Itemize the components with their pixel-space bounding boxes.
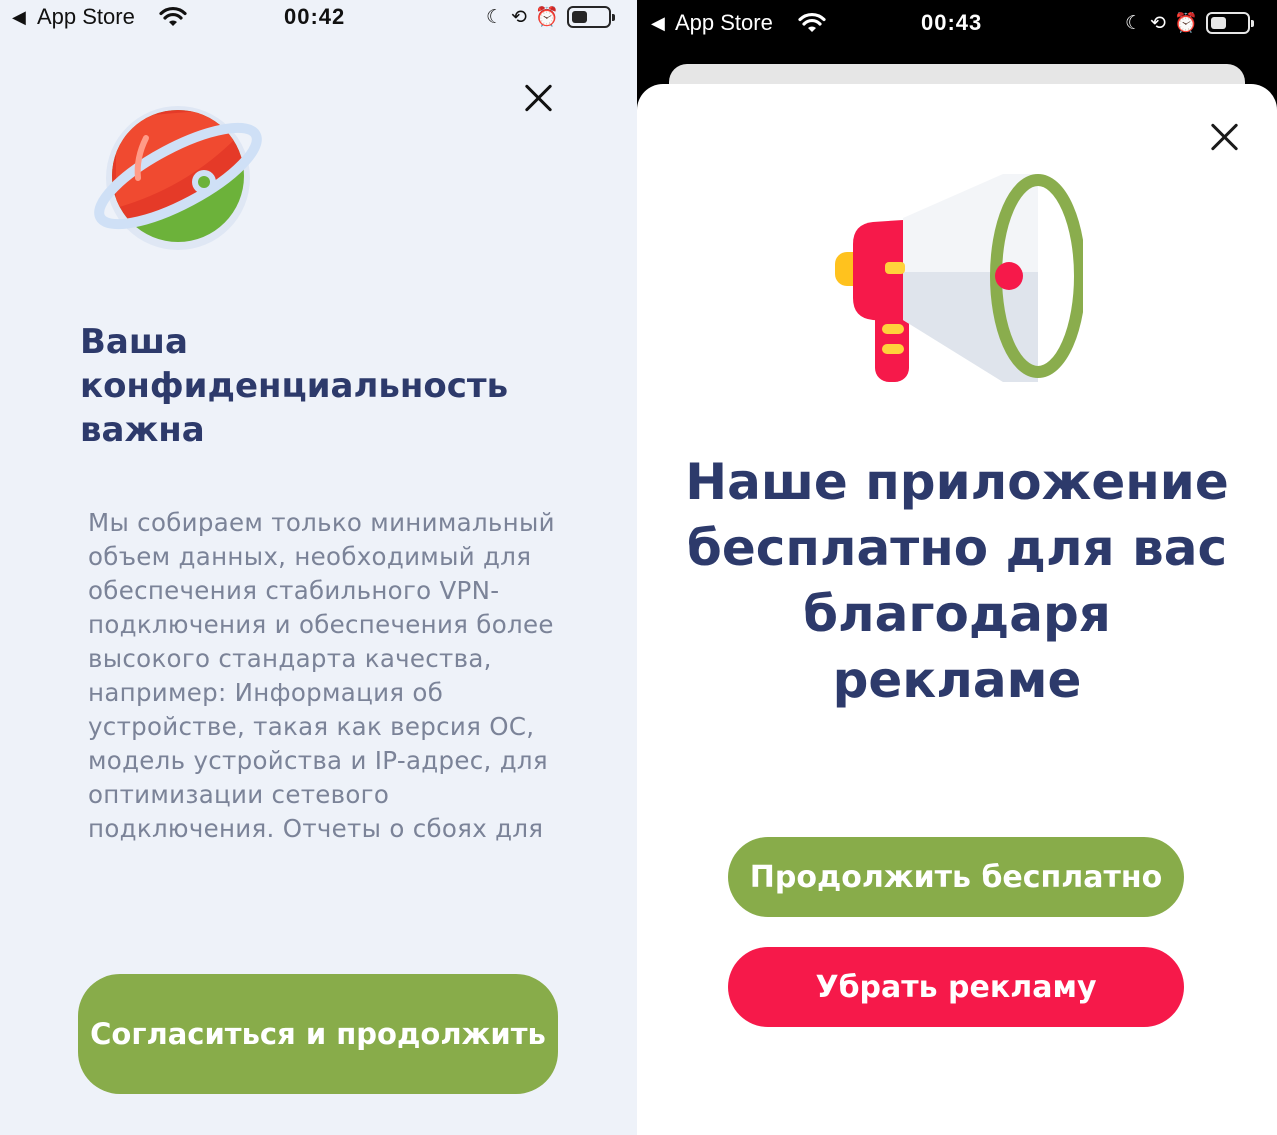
battery-icon — [1205, 12, 1254, 34]
clock: 00:42 — [284, 4, 346, 29]
back-to-app-store-link[interactable]: App Store — [37, 4, 135, 30]
back-arrow-icon[interactable]: ◀ — [12, 7, 26, 28]
back-to-app-store-link[interactable]: App Store — [675, 10, 773, 36]
status-bar: ◀ App Store 00:43 ☾ ⟲ ⏰ — [637, 6, 1277, 46]
privacy-screen: ◀ App Store 00:42 ☾ ⟲ ⏰ Ваша конфиденциа… — [0, 0, 637, 1135]
back-arrow-icon[interactable]: ◀ — [651, 13, 665, 34]
megaphone-icon — [835, 174, 1083, 382]
battery-level — [571, 11, 587, 23]
close-icon[interactable] — [1208, 121, 1240, 153]
close-icon[interactable] — [522, 82, 554, 114]
alarm-icon: ⏰ — [534, 6, 559, 28]
alarm-icon: ⏰ — [1173, 12, 1198, 34]
moon-icon: ☾ — [1125, 12, 1143, 34]
remove-ads-button[interactable]: Убрать рекламу — [728, 947, 1184, 1027]
agree-and-continue-button[interactable]: Согласиться и продолжить — [78, 974, 558, 1094]
battery-icon — [566, 6, 615, 28]
clock: 00:43 — [921, 10, 983, 35]
ads-screen: ◀ App Store 00:43 ☾ ⟲ ⏰ Наше приложение … — [637, 0, 1277, 1135]
wifi-icon — [798, 12, 826, 32]
planet-logo-icon — [94, 106, 262, 250]
ads-title: Наше приложение бесплатно для вас благод… — [685, 453, 1229, 709]
ads-sheet: Наше приложение бесплатно для вас благод… — [637, 84, 1277, 1135]
rotation-lock-icon: ⟲ — [511, 6, 527, 28]
rotation-lock-icon: ⟲ — [1150, 12, 1166, 34]
privacy-text-scroll[interactable]: Мы собираем только минимальный объем дан… — [88, 506, 558, 932]
continue-free-button[interactable]: Продолжить бесплатно — [728, 837, 1184, 917]
moon-icon: ☾ — [486, 6, 504, 28]
privacy-title: Ваша конфиденциальность важна — [80, 322, 509, 450]
wifi-icon — [159, 6, 187, 26]
status-bar: ◀ App Store 00:42 ☾ ⟲ ⏰ — [0, 0, 637, 40]
privacy-body-text: Мы собираем только минимальный объем дан… — [88, 508, 555, 843]
battery-level — [1210, 17, 1226, 29]
